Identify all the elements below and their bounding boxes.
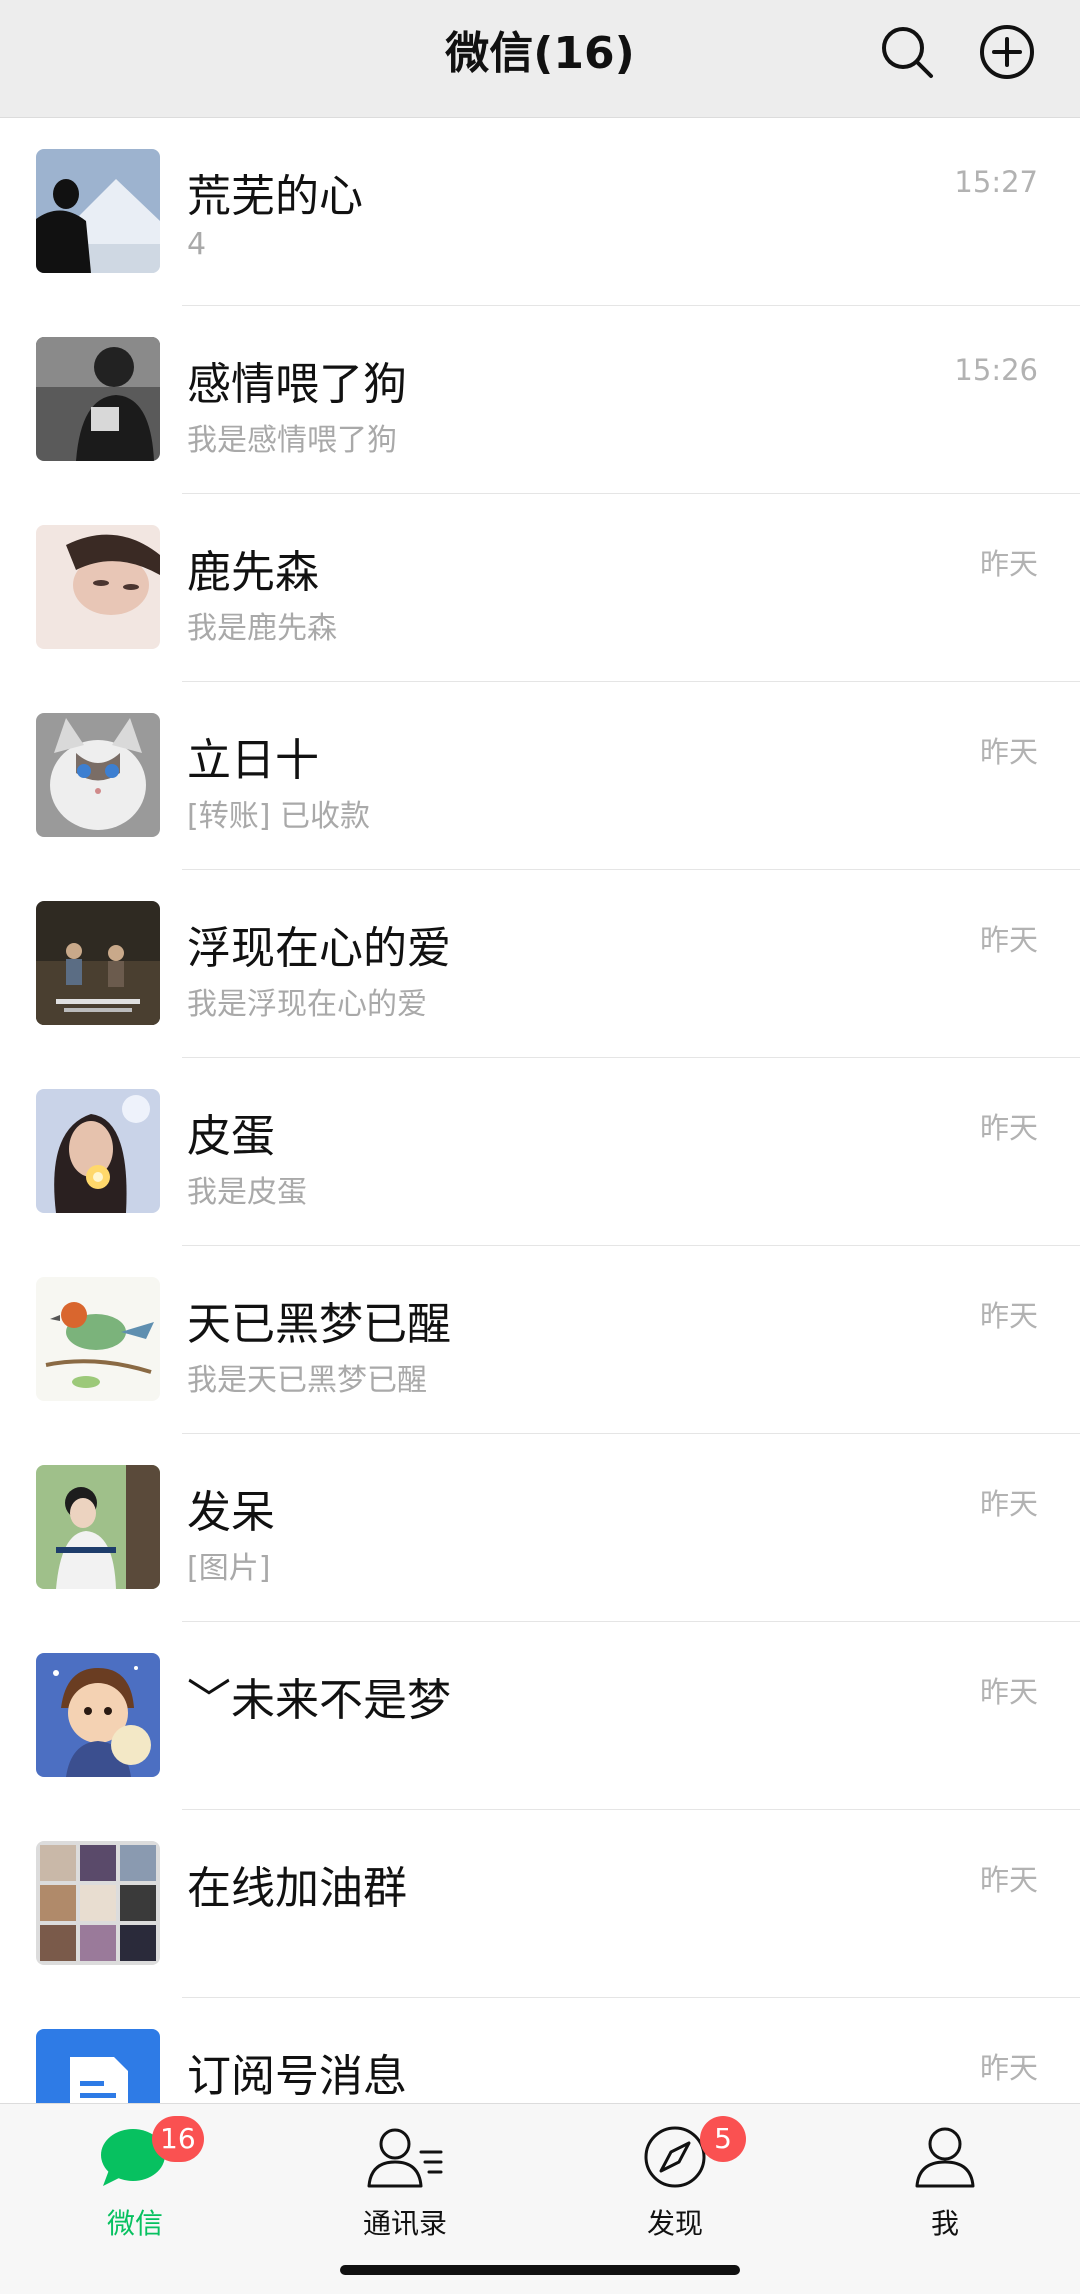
chat-name: 鹿先森 (187, 547, 319, 598)
avatar[interactable] (36, 1653, 160, 1777)
chat-preview: [图片] (187, 1551, 271, 1586)
chat-time: 昨天 (979, 1111, 1038, 1145)
unread-badge: 16 (152, 2116, 204, 2162)
chat-name: 立日十 (187, 735, 319, 786)
chat-preview: 我是鹿先森 (187, 611, 337, 646)
chat-row[interactable]: 感情喂了狗 我是感情喂了狗 15:26 (0, 306, 1080, 494)
tab-chats[interactable]: 16 微信 (0, 2104, 270, 2264)
chat-name: 荒芜的心 (187, 171, 363, 222)
person-icon (905, 2122, 985, 2192)
chat-time: 15:27 (954, 165, 1038, 199)
subscription-avatar[interactable] (36, 2029, 160, 2103)
chat-row[interactable]: 立日十 [转账] 已收款 昨天 (0, 682, 1080, 870)
tab-label: 通讯录 (362, 2207, 447, 2240)
chat-preview: 4 (187, 227, 207, 262)
chat-row[interactable]: 浮现在心的爱 我是浮现在心的爱 昨天 (0, 870, 1080, 1058)
chat-preview: 我是皮蛋 (187, 1175, 307, 1210)
tab-label: 发现 (646, 2207, 703, 2240)
chat-time: 昨天 (979, 1675, 1038, 1709)
chat-name: 天已黑梦已醒 (187, 1299, 451, 1350)
tab-label: 我 (930, 2207, 959, 2240)
chat-row[interactable]: 皮蛋 我是皮蛋 昨天 (0, 1058, 1080, 1246)
chat-row[interactable]: 在线加油群 昨天 (0, 1810, 1080, 1998)
discover-badge: 5 (700, 2116, 746, 2162)
chat-preview: [转账] 已收款 (187, 799, 370, 834)
search-icon[interactable] (875, 20, 939, 84)
avatar[interactable] (36, 1465, 160, 1589)
chat-time: 昨天 (979, 2051, 1038, 2085)
chat-name: 浮现在心的爱 (187, 923, 451, 974)
avatar[interactable] (36, 901, 160, 1025)
chat-name: 订阅号消息 (187, 2051, 407, 2102)
chat-time: 昨天 (979, 735, 1038, 769)
avatar[interactable] (36, 1841, 160, 1965)
chat-name: 感情喂了狗 (187, 359, 407, 410)
top-bar: 微信(16) (0, 0, 1080, 118)
chat-time: 昨天 (979, 547, 1038, 581)
chat-name: ﹀未来不是梦 (187, 1675, 451, 1726)
chat-row[interactable]: 天已黑梦已醒 我是天已黑梦已醒 昨天 (0, 1246, 1080, 1434)
chat-name: 皮蛋 (187, 1111, 275, 1162)
chat-time: 15:26 (954, 353, 1038, 387)
avatar[interactable] (36, 149, 160, 273)
chat-preview: 我是浮现在心的爱 (187, 987, 427, 1022)
chat-row[interactable]: 发呆 [图片] 昨天 (0, 1434, 1080, 1622)
chat-list: 荒芜的心 4 15:27 感情喂了狗 我是感情喂了狗 15:26 鹿先森 我是鹿… (0, 118, 1080, 2103)
tab-label: 微信 (106, 2207, 163, 2240)
chat-name: 发呆 (187, 1487, 275, 1538)
tab-contacts[interactable]: 通讯录 (270, 2104, 540, 2264)
chat-time: 昨天 (979, 923, 1038, 957)
chat-time: 昨天 (979, 1299, 1038, 1333)
tab-discover[interactable]: 5 发现 (540, 2104, 810, 2264)
add-plus-icon[interactable] (975, 20, 1039, 84)
chat-time: 昨天 (979, 1863, 1038, 1897)
home-indicator[interactable] (340, 2265, 740, 2275)
chat-time: 昨天 (979, 1487, 1038, 1521)
chat-row[interactable]: 订阅号消息 昨天 (0, 1998, 1080, 2103)
avatar[interactable] (36, 1277, 160, 1401)
avatar[interactable] (36, 525, 160, 649)
tab-me[interactable]: 我 (810, 2104, 1080, 2264)
contacts-icon (365, 2122, 445, 2192)
avatar[interactable] (36, 1089, 160, 1213)
avatar[interactable] (36, 337, 160, 461)
chat-row[interactable]: 荒芜的心 4 15:27 (0, 118, 1080, 306)
avatar[interactable] (36, 713, 160, 837)
chat-preview: 我是感情喂了狗 (187, 423, 397, 458)
chat-name: 在线加油群 (187, 1863, 407, 1914)
chat-row[interactable]: ﹀未来不是梦 昨天 (0, 1622, 1080, 1810)
chat-row[interactable]: 鹿先森 我是鹿先森 昨天 (0, 494, 1080, 682)
chat-preview: 我是天已黑梦已醒 (187, 1363, 427, 1398)
